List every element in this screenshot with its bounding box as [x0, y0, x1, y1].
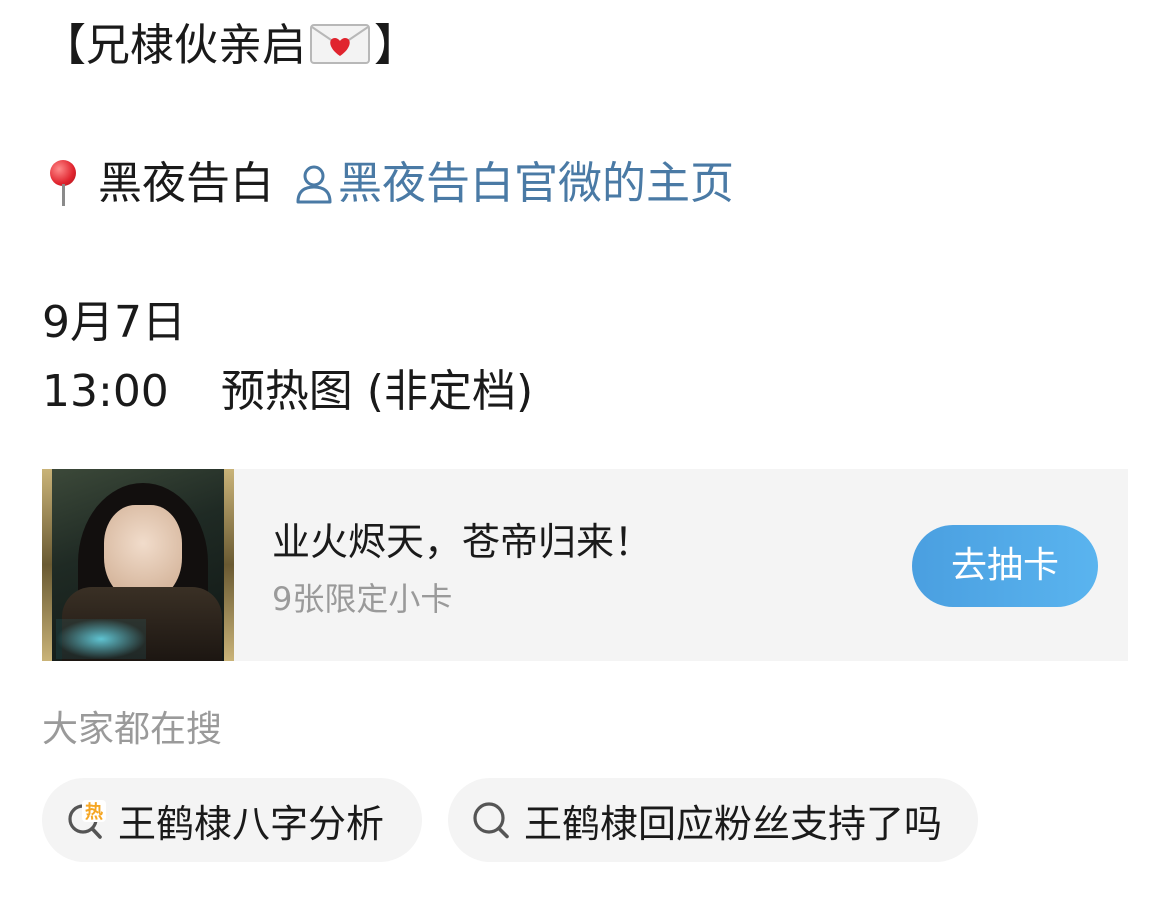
post-time-line: 13:00 预热图 (非定档): [42, 364, 533, 420]
search-chip-label: 王鹤棣回应粉丝支持了吗: [524, 801, 943, 846]
post-date: 9月7日: [42, 297, 186, 348]
hot-search-icon: 热: [68, 800, 106, 839]
location-profile-label: 黑夜告白官微的主页: [338, 158, 734, 209]
location-name: 黑夜告白: [98, 158, 274, 209]
location-line: 黑夜告白 黑夜告白官微的主页: [42, 156, 734, 212]
post-event: 预热图 (非定档): [220, 366, 534, 417]
svg-text:热: 热: [85, 801, 103, 823]
location-profile-link[interactable]: 黑夜告白官微的主页: [294, 156, 734, 212]
post-title-line: 【兄棣伙亲启 】: [42, 18, 418, 74]
search-chip-1[interactable]: 热 王鹤棣八字分析: [42, 778, 422, 862]
card-thumbnail: [42, 469, 234, 661]
trending-search-header: 大家都在搜: [42, 709, 223, 750]
post-time: 13:00: [42, 366, 169, 417]
card-title: 业火烬天，苍帝归来！: [272, 520, 653, 564]
post-title-close: 】: [374, 20, 418, 71]
card-promo[interactable]: 业火烬天，苍帝归来！ 9张限定小卡 去抽卡: [42, 469, 1128, 661]
search-chip-2[interactable]: 王鹤棣回应粉丝支持了吗: [448, 778, 978, 862]
pushpin-icon: [42, 156, 86, 212]
post-title-open: 【兄棣伙亲启: [42, 20, 306, 71]
search-icon: [473, 802, 509, 839]
person-icon: [296, 165, 332, 204]
draw-card-button[interactable]: 去抽卡: [912, 525, 1098, 607]
love-letter-icon: [310, 24, 370, 64]
card-subtitle: 9张限定小卡: [272, 580, 453, 618]
search-chip-label: 王鹤棣八字分析: [118, 801, 385, 846]
